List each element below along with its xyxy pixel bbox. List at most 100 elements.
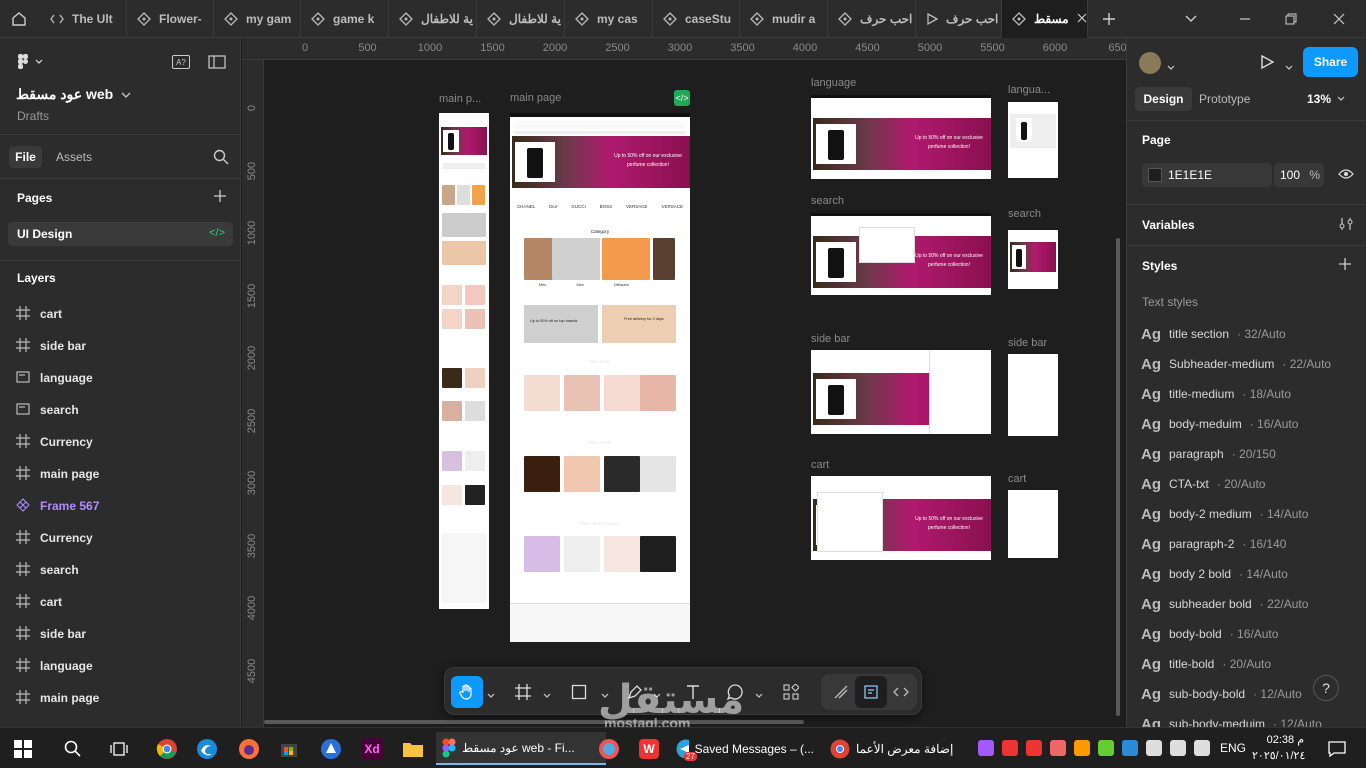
page-item-ui-design[interactable]: UI Design </>	[8, 222, 233, 246]
browser-tab[interactable]: احب حرف	[916, 0, 1002, 38]
browser-tab[interactable]: The Ult	[40, 0, 127, 38]
app-icon[interactable]	[314, 732, 348, 765]
new-tab-button[interactable]	[1086, 0, 1132, 38]
frame-search[interactable]: Up to 50% off on our exclusive perfume c…	[811, 213, 991, 295]
text-style-item[interactable]: Ag title section · 32/Auto	[1141, 319, 1286, 349]
add-style-icon[interactable]	[1339, 258, 1351, 273]
text-style-item[interactable]: Ag subheader bold · 22/Auto	[1141, 589, 1308, 619]
dev-ready-icon[interactable]: </>	[674, 90, 690, 106]
tabs-dropdown-icon[interactable]	[1168, 0, 1214, 38]
chevron-down-icon[interactable]	[1285, 60, 1293, 74]
frame-title-side-bar-small[interactable]: side bar	[1008, 337, 1047, 349]
design-mode-icon[interactable]	[855, 676, 887, 708]
app-tray-icon[interactable]	[1026, 740, 1042, 756]
text-style-item[interactable]: Ag sub-body-bold · 12/Auto	[1141, 679, 1302, 709]
task-view-icon[interactable]	[102, 732, 136, 765]
frame-title-search[interactable]: search	[811, 195, 844, 207]
figma-menu-icon[interactable]	[18, 54, 44, 73]
notifications-icon[interactable]	[1320, 732, 1354, 765]
wps-icon[interactable]: W	[632, 732, 666, 765]
layer-item[interactable]: search	[16, 394, 79, 426]
chrome-icon[interactable]	[150, 732, 184, 765]
frame-language[interactable]: Up to 50% off on our exclusive perfume c…	[811, 95, 991, 179]
adobe-xd-icon[interactable]: Xd	[355, 732, 389, 765]
browser-tab[interactable]: ية للاطفال	[477, 0, 565, 38]
color-swatch[interactable]	[1148, 168, 1162, 182]
app-tray-icon[interactable]	[1098, 740, 1114, 756]
chevron-down-icon[interactable]	[755, 688, 763, 702]
browser-tab[interactable]: Flower-	[127, 0, 214, 38]
file-explorer-icon[interactable]	[396, 732, 430, 765]
draw-mode-icon[interactable]	[825, 676, 857, 708]
windows-start-icon[interactable]	[6, 732, 40, 765]
avatar[interactable]	[1139, 52, 1161, 74]
share-button[interactable]: Share	[1303, 47, 1358, 77]
text-style-item[interactable]: Ag body 2 bold · 14/Auto	[1141, 559, 1288, 589]
chevron-down-icon[interactable]	[1167, 60, 1175, 74]
frame-title-search-small[interactable]: search	[1008, 208, 1041, 220]
text-style-item[interactable]: Ag CTA-txt · 20/Auto	[1141, 469, 1265, 499]
app-tray-icon[interactable]	[1074, 740, 1090, 756]
browser-tab[interactable]: احب حرف	[828, 0, 916, 38]
frame-title-language-small[interactable]: langua...	[1008, 84, 1050, 96]
present-play-icon[interactable]	[1259, 54, 1275, 73]
layer-item[interactable]: cart	[16, 298, 62, 330]
tab-prototype[interactable]: Prototype	[1199, 92, 1250, 106]
frame-search-mobile[interactable]	[1008, 230, 1058, 289]
frame-side-bar-mobile[interactable]	[1008, 354, 1058, 436]
browser-tab[interactable]: mudir a	[740, 0, 828, 38]
text-style-item[interactable]: Ag body-2 medium · 14/Auto	[1141, 499, 1308, 529]
app-tray-icon[interactable]	[1122, 740, 1138, 756]
minimize-button[interactable]	[1222, 0, 1268, 38]
text-style-item[interactable]: Ag paragraph-2 · 16/140	[1141, 529, 1286, 559]
chevron-down-icon[interactable]	[487, 688, 495, 702]
opera-icon[interactable]	[1002, 740, 1018, 756]
frame-tool-icon[interactable]	[507, 676, 539, 708]
layer-item[interactable]: main page	[16, 682, 99, 714]
layer-item[interactable]: Currency	[16, 426, 93, 458]
search-icon[interactable]	[56, 732, 90, 765]
add-page-icon[interactable]	[214, 190, 226, 205]
ui3-toggle-icon[interactable]: A?	[172, 55, 190, 69]
text-style-item[interactable]: Ag Subheader-medium · 22/Auto	[1141, 349, 1331, 379]
store-icon[interactable]	[272, 732, 306, 765]
zoom-dropdown[interactable]: 13%	[1307, 92, 1345, 106]
layer-item[interactable]: Frame 567	[16, 490, 99, 522]
wifi-icon[interactable]	[1170, 740, 1186, 756]
canvas[interactable]: main p... main page </> Up to 50% off on…	[264, 60, 1126, 727]
layer-item[interactable]: side bar	[16, 330, 86, 362]
browser-tab[interactable]: ية للاطفال	[389, 0, 477, 38]
taskbar-telegram-app[interactable]: Saved Messages – (... 27	[670, 732, 820, 765]
frame-title-cart[interactable]: cart	[811, 459, 829, 471]
frame-title-language[interactable]: language	[811, 77, 856, 89]
frame-cart[interactable]: Up to 50% off on our exclusive perfume c…	[811, 476, 991, 560]
tab-design[interactable]: Design	[1135, 87, 1192, 111]
volume-icon[interactable]	[1194, 740, 1210, 756]
clock[interactable]: 02:38 م ٢٠٢٥/٠١/٢٤	[1252, 732, 1305, 764]
browser-tab[interactable]: my gam	[214, 0, 301, 38]
layer-item[interactable]: language	[16, 362, 93, 394]
layer-item[interactable]: search	[16, 554, 79, 586]
frame-main-page[interactable]: Up to 50% off on our exclusive perfume c…	[510, 113, 690, 642]
frame-side-bar[interactable]	[811, 350, 991, 434]
file-name[interactable]: عود مسقط web	[16, 86, 131, 103]
battery-icon[interactable]	[1146, 740, 1162, 756]
page-color-field[interactable]: 1E1E1E	[1142, 163, 1272, 187]
search-icon[interactable]	[213, 149, 229, 168]
eye-visibility-icon[interactable]	[1338, 168, 1354, 183]
text-style-item[interactable]: Ag paragraph · 20/150	[1141, 439, 1276, 469]
browser-tab[interactable]: game k	[301, 0, 389, 38]
text-style-item[interactable]: Ag body-bold · 16/Auto	[1141, 619, 1278, 649]
frame-title-main-page[interactable]: main page	[510, 92, 561, 104]
close-window-button[interactable]	[1316, 0, 1362, 38]
browser-tab[interactable]: my cas	[565, 0, 653, 38]
figma-tray-icon[interactable]	[978, 740, 994, 756]
browser-tab[interactable]: caseStu	[653, 0, 740, 38]
page-opacity-field[interactable]: 100 %	[1274, 163, 1324, 187]
frame-title-main-mobile[interactable]: main p...	[439, 93, 481, 105]
layer-item[interactable]: main page	[16, 458, 99, 490]
home-icon[interactable]	[0, 0, 38, 38]
layer-item[interactable]: side bar	[16, 618, 86, 650]
frame-title-cart-small[interactable]: cart	[1008, 473, 1026, 485]
rectangle-tool-icon[interactable]	[563, 676, 595, 708]
